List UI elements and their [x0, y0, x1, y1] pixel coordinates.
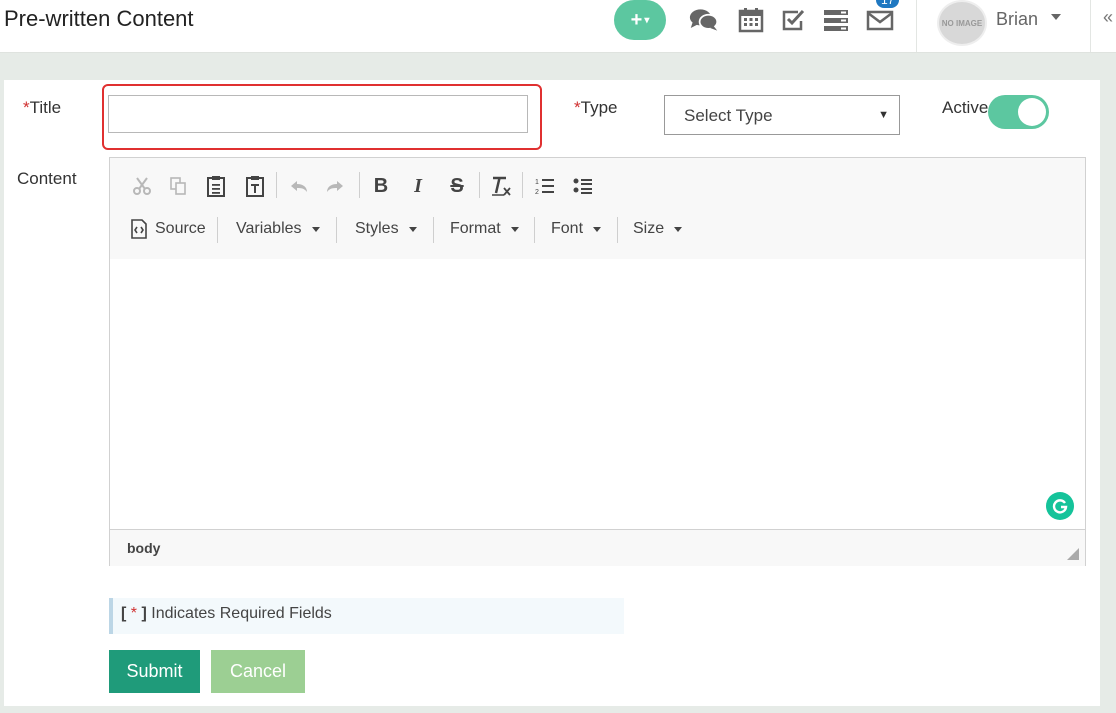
page-title: Pre-written Content [4, 6, 194, 31]
divider [1090, 0, 1091, 52]
chevron-down-icon [593, 226, 602, 232]
server-list-icon[interactable] [821, 6, 851, 34]
redo-icon[interactable] [322, 174, 348, 198]
editor-status-bar: body [110, 529, 1085, 566]
format-dropdown[interactable]: Format [450, 214, 519, 244]
toolbar-separator [276, 172, 277, 198]
bold-icon[interactable]: B [368, 174, 394, 198]
toggle-knob [1018, 98, 1046, 126]
cancel-button[interactable]: Cancel [211, 650, 305, 693]
chevron-down-icon[interactable] [1051, 14, 1061, 20]
required-fields-note: [ * ] Indicates Required Fields [109, 598, 624, 634]
type-select[interactable]: Select Type ▼ [664, 95, 900, 135]
toolbar-separator [522, 172, 523, 198]
toolbar-separator [534, 217, 535, 243]
chevron-down-icon [408, 226, 417, 232]
font-dropdown[interactable]: Font [551, 214, 602, 244]
toolbar-separator [217, 217, 218, 243]
element-path[interactable]: body [127, 540, 160, 556]
copy-icon[interactable] [165, 174, 191, 198]
top-bar: Pre-written Content + ▾ 17 NO IMAGE Brian… [0, 0, 1116, 53]
size-label: Size [633, 220, 665, 237]
type-selected-value: Select Type [684, 106, 773, 125]
source-button[interactable]: Source [130, 214, 206, 244]
source-code-icon [131, 219, 147, 239]
content-label: Content [17, 169, 77, 188]
chevron-down-icon [510, 226, 519, 232]
paste-text-icon[interactable] [242, 174, 268, 198]
quick-add-button[interactable]: + ▾ [614, 0, 666, 40]
toolbar-separator [336, 217, 337, 243]
mail-icon[interactable] [865, 6, 895, 34]
toolbar-separator [479, 172, 480, 198]
remove-format-icon[interactable] [488, 174, 514, 198]
type-label: *Type [574, 98, 618, 117]
chat-icon[interactable] [689, 6, 719, 34]
styles-dropdown[interactable]: Styles [355, 214, 417, 244]
tasks-check-icon[interactable] [778, 6, 808, 34]
required-note-text: [ * ] Indicates Required Fields [121, 605, 332, 622]
collapse-panel-icon[interactable]: « [1103, 7, 1113, 28]
styles-label: Styles [355, 220, 399, 237]
toolbar-separator [433, 217, 434, 243]
avatar[interactable]: NO IMAGE [937, 0, 987, 46]
divider [916, 0, 917, 52]
cut-icon[interactable] [129, 174, 155, 198]
source-label: Source [155, 220, 206, 237]
active-label: Active [942, 98, 989, 117]
active-toggle[interactable] [988, 95, 1049, 129]
size-dropdown[interactable]: Size [633, 214, 683, 244]
variables-dropdown[interactable]: Variables [236, 214, 320, 244]
mail-count-badge: 17 [876, 0, 900, 8]
resize-handle-icon[interactable] [1067, 548, 1079, 560]
strikethrough-icon[interactable]: S [444, 174, 470, 198]
title-label: *Title [23, 98, 62, 117]
chevron-down-icon [674, 226, 683, 232]
svg-text:1: 1 [535, 179, 539, 186]
title-input[interactable] [108, 95, 528, 133]
toolbar-separator [359, 172, 360, 198]
undo-icon[interactable] [286, 174, 312, 198]
quick-add-label: + [630, 8, 643, 31]
calendar-icon[interactable] [736, 6, 766, 34]
svg-text:2: 2 [535, 189, 539, 196]
numbered-list-icon[interactable]: 12 [532, 174, 558, 198]
chevron-down-icon [311, 226, 320, 232]
font-label: Font [551, 220, 584, 237]
submit-button[interactable]: Submit [109, 650, 200, 693]
format-label: Format [450, 220, 501, 237]
editor-toolbar: B I S 12 Source Variables Styles Format … [110, 158, 1085, 260]
rich-text-editor: B I S 12 Source Variables Styles Format … [109, 157, 1086, 566]
avatar-placeholder-text: NO IMAGE [941, 18, 983, 28]
toolbar-separator [617, 217, 618, 243]
user-menu-name[interactable]: Brian [996, 9, 1038, 30]
bulleted-list-icon[interactable] [570, 174, 596, 198]
italic-icon[interactable]: I [405, 174, 431, 198]
dropdown-arrow-icon: ▼ [878, 109, 889, 121]
variables-label: Variables [236, 220, 302, 237]
editor-content-area[interactable] [110, 259, 1085, 529]
grammarly-icon[interactable] [1046, 492, 1074, 520]
paste-icon[interactable] [203, 174, 229, 198]
